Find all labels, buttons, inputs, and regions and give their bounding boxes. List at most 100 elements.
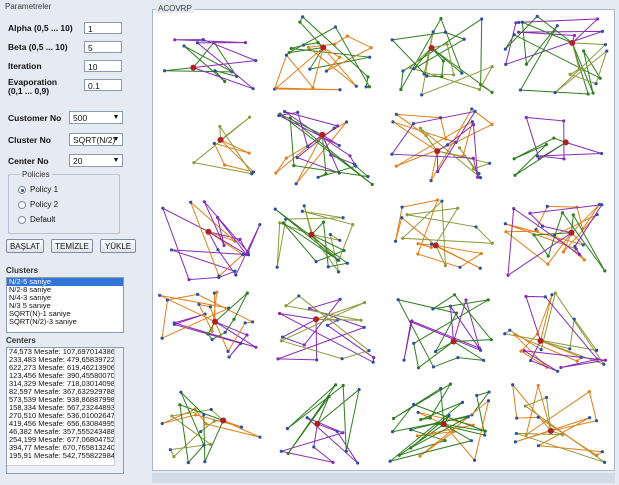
customer-node	[536, 415, 540, 419]
customer-node	[546, 262, 550, 266]
customer-node	[371, 360, 375, 364]
customer-node	[345, 34, 349, 38]
customer-node	[544, 395, 549, 400]
customer-node	[428, 416, 432, 420]
customer-node	[560, 211, 565, 215]
customer-node	[327, 394, 331, 399]
depot-center	[568, 229, 575, 236]
clusters-list[interactable]: N/2-5 saniye N/2-8 saniye N/4-3 saniye N/3 …	[6, 277, 124, 333]
cluster-select[interactable]: SQRT(N/2) ▼	[69, 133, 123, 146]
customer-node	[401, 69, 405, 73]
customer-node	[308, 67, 312, 71]
customer-node	[512, 207, 516, 211]
customer-node	[165, 298, 170, 302]
cluster-list-item[interactable]: SQRT(N/2)-3 saniye	[7, 318, 123, 326]
beta-input[interactable]: 5	[84, 41, 122, 53]
center-list-item[interactable]: 195,91 Mesafe: 542,7558229840	[7, 452, 123, 460]
bottom-scroll-strip[interactable]	[152, 473, 615, 483]
customer-node	[431, 30, 435, 34]
customer-node	[223, 79, 227, 83]
start-button[interactable]: BAŞLAT	[6, 239, 44, 253]
customer-node	[204, 422, 208, 426]
customer-node	[544, 142, 549, 147]
customer-node	[523, 404, 527, 408]
customer-node	[210, 337, 214, 342]
customer-node	[202, 443, 206, 447]
customer-node	[595, 357, 600, 361]
customer-node	[600, 203, 604, 207]
customer-node	[401, 236, 405, 240]
route-line	[279, 295, 371, 360]
horizontal-scrollbar[interactable]	[7, 465, 115, 473]
route-line	[395, 199, 483, 268]
customer-node	[364, 85, 368, 89]
center-select-value: 20	[73, 156, 83, 166]
customer-node	[195, 292, 200, 296]
route-plot	[158, 14, 609, 465]
depot-center	[562, 139, 569, 146]
customer-node	[215, 215, 220, 220]
customer-node	[338, 88, 342, 92]
customer-node	[294, 182, 298, 186]
customer-node	[447, 413, 451, 418]
customer-node	[335, 124, 340, 128]
centers-list[interactable]: 74,573 Mesafe: 107,697014386 233,483 Mesa…	[6, 347, 124, 474]
customer-node	[300, 209, 304, 213]
customer-node	[482, 358, 486, 362]
depot-center	[190, 64, 197, 71]
vertical-scrollbar[interactable]	[114, 348, 123, 473]
depot-center	[308, 231, 315, 238]
depot-center	[440, 421, 447, 428]
alpha-input[interactable]: 1	[84, 22, 122, 34]
clusters-title: Clusters	[6, 266, 39, 275]
customer-node	[158, 293, 162, 297]
customer-node	[572, 33, 577, 38]
customer-node	[476, 175, 480, 179]
customer-node	[258, 223, 262, 227]
policy-default-radio[interactable]: Default	[18, 215, 55, 224]
parameters-group-title: Parametreler	[5, 2, 52, 11]
depot-center	[569, 39, 576, 46]
customer-node	[333, 25, 338, 29]
customer-node	[162, 69, 167, 73]
route-canvas[interactable]	[152, 9, 615, 471]
customer-node	[243, 40, 248, 45]
customer-node	[402, 358, 406, 362]
customer-node	[169, 248, 174, 252]
customer-node	[598, 76, 602, 80]
load-button[interactable]: YÜKLE	[100, 239, 136, 253]
customer-node	[367, 348, 371, 353]
route-line	[400, 17, 493, 93]
customer-node	[520, 20, 524, 24]
customer-node	[594, 419, 599, 423]
customer-node	[394, 164, 398, 168]
customer-select[interactable]: 500 ▼	[69, 111, 123, 124]
customer-node	[536, 383, 540, 388]
customer-node	[535, 229, 539, 233]
customer-node	[254, 345, 258, 349]
center-select[interactable]: 20 ▼	[69, 154, 123, 167]
evaporation-input[interactable]: 0.1	[84, 79, 122, 91]
customer-node	[503, 47, 507, 51]
customer-node	[550, 293, 554, 297]
clear-button[interactable]: TEMİZLE	[51, 239, 93, 253]
customer-node	[194, 413, 198, 417]
route-line	[516, 396, 605, 463]
depot-center	[547, 427, 554, 434]
customer-node	[391, 120, 395, 124]
customer-node	[222, 163, 227, 167]
customer-node	[203, 460, 207, 464]
customer-node	[390, 152, 394, 156]
customer-node	[577, 67, 581, 71]
customer-node	[296, 110, 300, 114]
policy-1-radio[interactable]: Policy 1	[18, 185, 58, 194]
iteration-input[interactable]: 10	[84, 60, 122, 72]
customer-node	[605, 49, 609, 53]
alpha-label: Alpha (0,5 ... 10)	[8, 23, 73, 33]
customer-node	[223, 330, 227, 334]
customer-node	[508, 328, 512, 332]
customer-node	[314, 260, 318, 264]
app-window: Parametreler Alpha (0,5 ... 10) 1 Beta (…	[0, 0, 619, 485]
policy-2-radio[interactable]: Policy 2	[18, 200, 58, 209]
customer-node	[595, 453, 599, 457]
